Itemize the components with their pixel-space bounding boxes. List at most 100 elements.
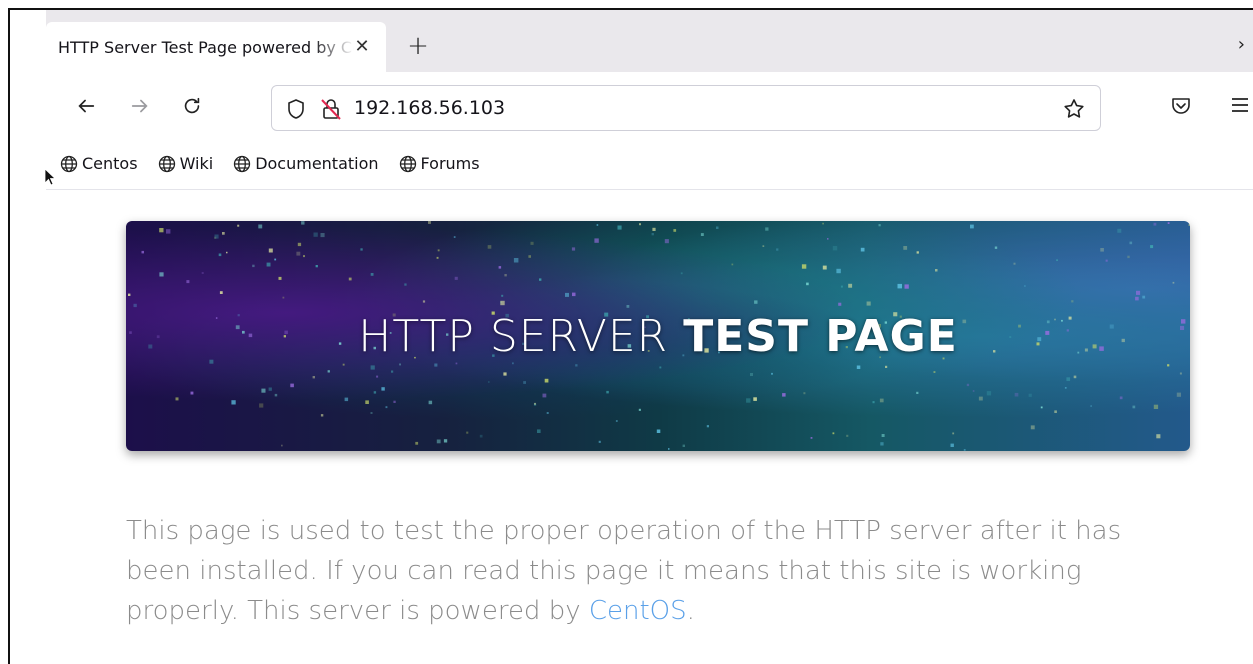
speckle-dot — [771, 372, 773, 375]
hamburger-menu-icon[interactable] — [1229, 94, 1251, 116]
bookmark-star-icon[interactable] — [1062, 97, 1086, 121]
mouse-cursor-icon — [44, 168, 56, 186]
chevron-right-icon[interactable]: › — [1238, 34, 1245, 55]
tab-active[interactable]: HTTP Server Test Page powered by CentOS … — [46, 22, 386, 72]
speckle-dot — [301, 221, 305, 225]
speckle-dot — [258, 224, 263, 229]
speckle-dot — [1013, 262, 1016, 265]
speckle-dot — [966, 383, 970, 387]
speckle-dot — [348, 277, 352, 281]
speckle-dot — [1054, 410, 1057, 413]
speckle-dot — [373, 391, 377, 394]
speckle-dot — [320, 233, 325, 238]
bookmark-documentation[interactable]: Documentation — [233, 154, 379, 173]
hero-title-light: HTTP SERVER — [358, 311, 669, 362]
bookmark-wiki[interactable]: Wiki — [158, 154, 214, 173]
forward-button[interactable] — [126, 92, 154, 120]
new-tab-button[interactable]: + — [403, 32, 433, 62]
speckle-dot — [762, 245, 765, 247]
speckle-dot — [501, 294, 504, 297]
speckle-dot — [1090, 405, 1092, 407]
speckle-dot — [750, 373, 753, 376]
bookmark-label: Wiki — [179, 154, 214, 173]
url-text[interactable]: 192.168.56.103 — [354, 97, 505, 119]
speckle-dot — [159, 272, 164, 277]
speckle-dot — [963, 449, 966, 451]
speckle-dot — [935, 269, 938, 272]
speckle-dot — [297, 242, 302, 247]
tab-strip: HTTP Server Test Page powered by CentOS … — [46, 10, 1253, 72]
speckle-dot — [668, 448, 670, 450]
speckle-dot — [312, 376, 315, 379]
hero-banner: HTTP SERVER TEST PAGE — [126, 221, 1190, 451]
speckle-dot — [656, 429, 661, 433]
bookmarks-toolbar: Centos Wiki Documentation Forums — [46, 138, 1253, 190]
speckle-dot — [313, 232, 318, 237]
speckle-dot — [500, 300, 505, 306]
speckle-dot — [860, 247, 865, 252]
speckle-dot — [904, 284, 909, 289]
reload-button[interactable] — [178, 92, 206, 120]
speckle-dot — [638, 408, 641, 411]
speckle-dot — [523, 381, 526, 384]
speckle-dot — [281, 444, 283, 447]
speckle-dot — [986, 391, 992, 396]
speckle-dot — [598, 440, 601, 443]
bookmark-centos[interactable]: Centos — [60, 154, 138, 173]
speckle-dot — [1132, 405, 1136, 409]
bookmark-forums[interactable]: Forums — [399, 154, 480, 173]
insecure-lock-icon[interactable] — [320, 97, 342, 121]
speckle-dot — [391, 370, 394, 373]
speckle-dot — [1167, 222, 1170, 224]
speckle-dot — [1142, 295, 1146, 299]
centos-link[interactable]: CentOS — [589, 596, 687, 626]
speckle-dot — [1153, 222, 1157, 226]
speckle-dot — [1136, 290, 1141, 295]
speckle-dot — [1030, 425, 1035, 430]
url-bar[interactable]: 192.168.56.103 — [271, 85, 1101, 131]
shield-icon[interactable] — [286, 98, 306, 120]
speckle-dot — [141, 250, 144, 254]
speckle-dot — [268, 248, 273, 253]
browser-window: HTTP Server Test Page powered by CentOS … — [8, 8, 1253, 664]
speckle-dot — [436, 256, 439, 259]
speckle-dot — [455, 362, 458, 365]
speckle-dot — [1150, 245, 1154, 249]
speckle-dot — [327, 370, 330, 373]
speckle-dot — [437, 249, 440, 252]
close-icon[interactable]: ✕ — [352, 37, 372, 57]
speckle-dot — [175, 397, 179, 401]
speckle-dot — [443, 439, 448, 443]
speckle-dot — [537, 429, 541, 433]
forward-arrow-icon — [131, 99, 148, 113]
bookmark-label: Centos — [82, 154, 138, 173]
speckle-dot — [972, 390, 975, 392]
speckle-dot — [950, 443, 954, 447]
speckle-dot — [533, 403, 537, 406]
pocket-icon[interactable] — [1170, 94, 1192, 116]
speckle-dot — [848, 283, 853, 288]
speckle-dot — [765, 227, 769, 231]
hero-title: HTTP SERVER TEST PAGE — [126, 311, 1190, 362]
speckle-dot — [1176, 392, 1181, 397]
speckle-dot — [1172, 281, 1175, 284]
speckle-dot — [872, 401, 875, 404]
speckle-dot — [803, 392, 806, 395]
speckle-dot — [572, 292, 576, 297]
speckle-dot — [190, 391, 194, 395]
speckle-dot — [716, 226, 719, 229]
speckle-dot — [827, 238, 829, 240]
speckle-dot — [706, 425, 709, 428]
speckle-dot — [344, 397, 349, 402]
back-button[interactable] — [72, 92, 100, 120]
speckle-dot — [393, 400, 396, 403]
speckle-dot — [296, 251, 301, 256]
speckle-dot — [652, 227, 656, 231]
speckle-dot — [428, 400, 433, 405]
speckle-dot — [832, 246, 838, 251]
speckle-dot — [1167, 364, 1170, 367]
speckle-dot — [231, 400, 236, 405]
speckle-dot — [994, 246, 998, 249]
speckle-dot — [801, 264, 807, 269]
speckle-dot — [544, 378, 549, 383]
